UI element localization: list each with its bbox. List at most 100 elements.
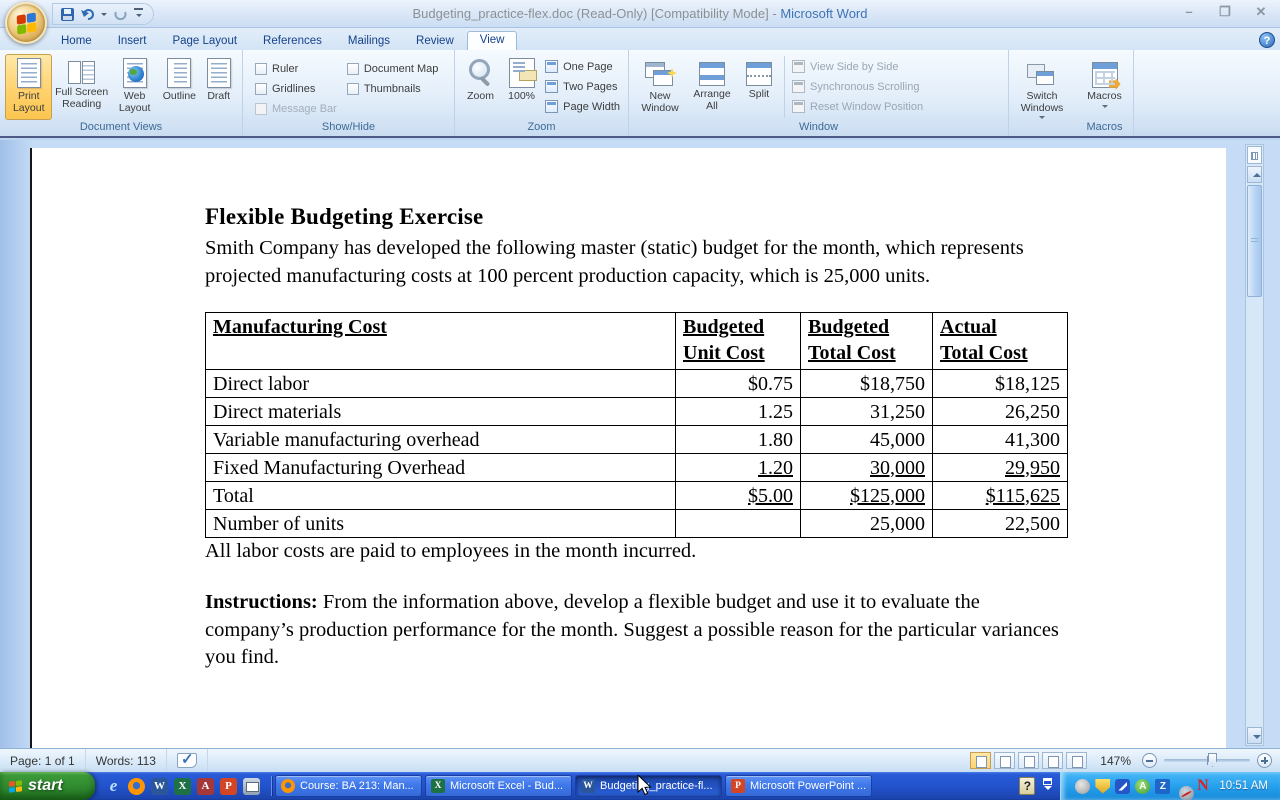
windows-flag-icon — [9, 780, 22, 792]
tray-z-icon[interactable]: Z — [1155, 779, 1170, 794]
start-button[interactable]: start — [0, 772, 95, 800]
quick-access-toolbar — [52, 3, 154, 25]
task-excel[interactable]: X Microsoft Excel - Bud... — [425, 775, 572, 797]
zoom-button[interactable]: Zoom — [460, 54, 501, 120]
document-map-checkbox[interactable]: Document Map — [347, 60, 439, 77]
page-width-button[interactable]: Page Width — [542, 98, 623, 115]
ruler-toggle-icon[interactable] — [1247, 146, 1262, 164]
firefox-icon — [281, 779, 295, 793]
antivirus-shield-icon[interactable] — [1095, 779, 1110, 794]
word-count[interactable]: Words: 113 — [86, 749, 167, 772]
access-icon[interactable]: A — [197, 778, 214, 795]
tab-page-layout[interactable]: Page Layout — [159, 32, 250, 50]
scroll-up-icon[interactable] — [1247, 166, 1262, 183]
table-row-number-of-units: Number of units 25,000 22,500 — [206, 510, 1068, 538]
web-layout-icon — [123, 58, 147, 88]
tab-insert[interactable]: Insert — [105, 32, 160, 50]
thumbnails-checkbox[interactable]: Thumbnails — [347, 80, 439, 97]
office-button[interactable] — [5, 2, 47, 44]
tab-home[interactable]: Home — [48, 32, 105, 50]
tray-globe-icon[interactable] — [1179, 786, 1194, 800]
undo-button[interactable] — [80, 8, 95, 21]
zoom-in-icon[interactable] — [1257, 753, 1272, 768]
vertical-scrollbar[interactable] — [1245, 144, 1264, 746]
office-logo-icon — [16, 12, 36, 34]
split-button[interactable]: Split — [738, 54, 780, 120]
page-indicator[interactable]: Page: 1 of 1 — [0, 749, 86, 772]
print-layout-button[interactable]: Print Layout — [5, 54, 52, 120]
zoom-100-button[interactable]: 100% — [501, 54, 542, 120]
customize-qat-button[interactable] — [134, 8, 143, 20]
help-tray-icon[interactable]: ? — [1019, 777, 1035, 795]
budget-table: Manufacturing Cost BudgetedUnit Cost Bud… — [205, 312, 1068, 538]
gridlines-checkbox[interactable]: Gridlines — [255, 80, 337, 97]
table-row-variable-overhead: Variable manufacturing overhead 1.80 45,… — [206, 426, 1068, 454]
tab-references[interactable]: References — [250, 32, 335, 50]
cell: 25,000 — [801, 510, 933, 538]
powerpoint-icon[interactable]: P — [220, 778, 237, 795]
spellcheck-status[interactable]: ✓ — [167, 749, 208, 772]
tray-network-icon[interactable] — [1115, 779, 1130, 794]
one-page-button[interactable]: One Page — [542, 58, 623, 75]
macros-button[interactable]: Macros — [1081, 54, 1128, 120]
ruler-checkbox[interactable]: Ruler — [255, 60, 337, 77]
cell: $115,625 — [933, 482, 1068, 510]
excel-icon[interactable]: X — [174, 778, 191, 795]
undo-dropdown-icon[interactable] — [101, 13, 107, 19]
draft-button[interactable]: Draft — [200, 54, 237, 120]
draft-icon — [207, 58, 231, 88]
full-screen-reading-view-icon[interactable] — [994, 752, 1015, 769]
arrange-all-icon — [699, 62, 725, 86]
collapse-tray-icon[interactable] — [1043, 778, 1052, 794]
switch-windows-button[interactable]: Switch Windows — [1014, 54, 1070, 123]
tab-mailings[interactable]: Mailings — [335, 32, 403, 50]
internet-explorer-icon[interactable]: e — [105, 778, 122, 795]
two-pages-button[interactable]: Two Pages — [542, 78, 623, 95]
zoom-level[interactable]: 147% — [1100, 754, 1131, 768]
group-label-document-views: Document Views — [0, 120, 242, 136]
note-paragraph: All labor costs are paid to employees in… — [205, 540, 1226, 563]
zoom-slider[interactable] — [1164, 759, 1250, 762]
zoom-slider-handle[interactable] — [1208, 753, 1217, 767]
checkbox-icon — [347, 83, 359, 95]
cell: Direct labor — [206, 370, 676, 398]
web-layout-view-icon[interactable] — [1018, 752, 1039, 769]
tray-green-icon[interactable]: A — [1135, 779, 1150, 794]
redo-button[interactable] — [113, 8, 128, 21]
outline-button[interactable]: Outline — [158, 54, 200, 120]
document-heading: Flexible Budgeting Exercise — [205, 204, 1226, 230]
help-icon[interactable]: ? — [1259, 32, 1275, 48]
outline-view-icon[interactable] — [1042, 752, 1063, 769]
minimize-button[interactable]: – — [1176, 4, 1202, 22]
arrange-all-button[interactable]: Arrange All — [686, 54, 738, 120]
restore-button[interactable]: ❐ — [1212, 4, 1238, 22]
task-powerpoint[interactable]: P Microsoft PowerPoint ... — [725, 775, 872, 797]
print-layout-view-icon[interactable] — [970, 752, 991, 769]
word-icon[interactable]: W — [151, 778, 168, 795]
cell: 41,300 — [933, 426, 1068, 454]
draft-view-icon[interactable] — [1066, 752, 1087, 769]
close-button[interactable]: ✕ — [1248, 4, 1274, 22]
tray-app-icon[interactable] — [1075, 779, 1090, 794]
title-bar: Budgeting_practice-flex.doc (Read-Only) … — [0, 0, 1280, 28]
document-page[interactable]: Flexible Budgeting Exercise Smith Compan… — [30, 148, 1226, 748]
scroll-down-icon[interactable] — [1247, 727, 1262, 744]
full-screen-reading-button[interactable]: Full Screen Reading — [52, 54, 110, 120]
outline-icon — [167, 58, 191, 88]
cell: Direct materials — [206, 398, 676, 426]
zoom-100-icon — [509, 58, 535, 88]
tab-review[interactable]: Review — [403, 32, 467, 50]
firefox-icon[interactable] — [128, 778, 145, 795]
group-label-show-hide: Show/Hide — [243, 120, 454, 136]
scrollbar-thumb[interactable] — [1247, 185, 1262, 297]
netscape-icon[interactable]: N — [1195, 779, 1210, 794]
print-layout-icon — [17, 58, 41, 88]
save-icon[interactable] — [61, 8, 74, 21]
tab-view[interactable]: View — [467, 31, 518, 50]
task-firefox-course[interactable]: Course: BA 213: Man... — [275, 775, 422, 797]
web-layout-button[interactable]: Web Layout — [111, 54, 158, 120]
show-desktop-icon[interactable] — [243, 778, 260, 795]
cell: $18,125 — [933, 370, 1068, 398]
new-window-button[interactable]: New Window — [634, 54, 686, 120]
zoom-out-icon[interactable] — [1142, 753, 1157, 768]
